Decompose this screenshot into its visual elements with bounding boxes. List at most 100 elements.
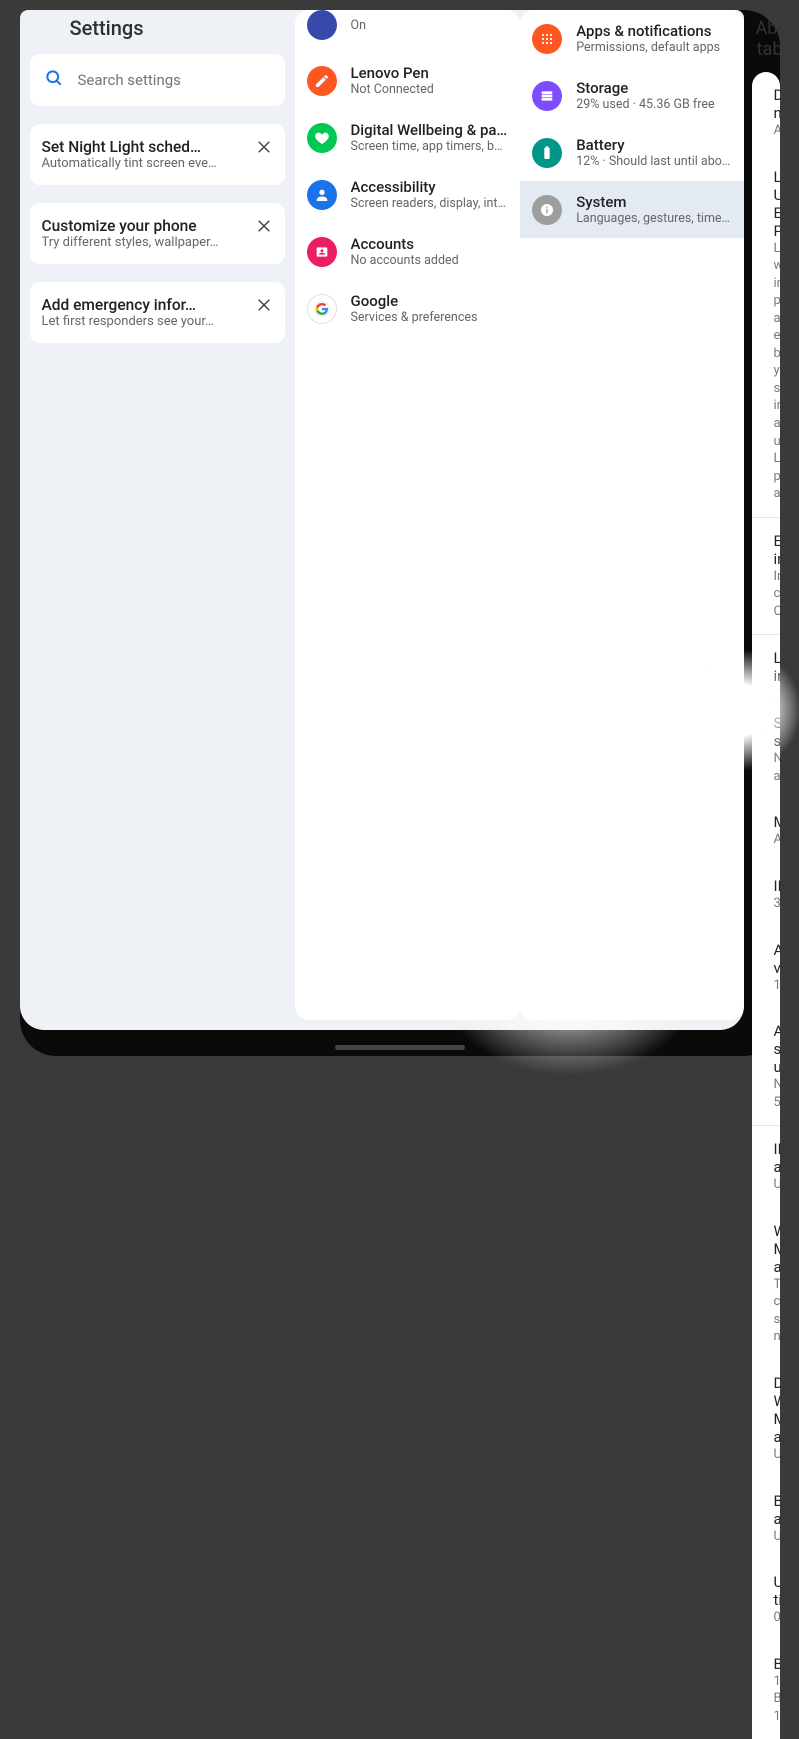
close-icon[interactable] <box>255 138 273 156</box>
suggestion-subtitle: Automatically tint screen eve… <box>42 156 247 171</box>
info-row-emergency-information[interactable]: Emergency informationInfo & contacts for… <box>752 518 780 635</box>
info-title: Bluetooth address <box>774 1492 780 1528</box>
nav-subtitle: Permissions, default apps <box>576 40 731 55</box>
info-row-model[interactable]: ModelA101LV <box>752 799 780 863</box>
suggestion-title: Customize your phone <box>42 217 247 235</box>
suggestion-subtitle: Let first responders see your… <box>42 314 247 329</box>
close-icon[interactable] <box>255 296 273 314</box>
screen: Settings Set Night Light sched… Automati… <box>20 10 744 1030</box>
info-title: Device Wi-Fi MAC address <box>774 1374 780 1446</box>
info-subtitle: Info & contacts for Owner <box>774 568 780 621</box>
google-icon <box>307 294 337 324</box>
info-title: SIM status <box>774 714 780 750</box>
info-title: IMEI <box>774 877 780 895</box>
info-row-wi-fi-mac-address[interactable]: Wi-Fi MAC addressTo view, choose saved n… <box>752 1208 780 1360</box>
person-icon <box>307 180 337 210</box>
nav-title: Digital Wellbeing & parental… <box>351 121 509 139</box>
search-icon <box>44 68 64 92</box>
account-icon <box>307 237 337 267</box>
grid-icon <box>532 24 562 54</box>
info-subtitle: A101LV <box>774 122 780 140</box>
info-title: Up time <box>774 1573 780 1609</box>
nav-subtitle: Services & preferences <box>351 310 509 325</box>
info-subtitle: Not available <box>774 750 780 785</box>
nav-subtitle: Screen readers, display, interactio… <box>351 196 509 211</box>
nav-title: Storage <box>576 79 731 97</box>
info-row-ip-address[interactable]: IP addressUnavailable <box>752 1126 780 1208</box>
info-row-device-name[interactable]: Device nameA101LV <box>752 72 780 154</box>
sidebar-item-accessibility[interactable]: AccessibilityScreen readers, display, in… <box>295 166 521 223</box>
info-title: Device name <box>774 86 780 122</box>
info-subtitle: A101LV <box>774 831 780 849</box>
info-row-up-time[interactable]: Up time00:36 <box>752 1559 780 1641</box>
device-frame: Settings Set Night Light sched… Automati… <box>20 10 780 1056</box>
info-row-legal-information[interactable]: Legal information <box>752 635 780 699</box>
info-title: Wi-Fi MAC address <box>774 1222 780 1276</box>
sidebar-item-storage[interactable]: Storage29% used · 45.36 GB free <box>520 67 743 124</box>
sidebar-item-lenovo-pen[interactable]: Lenovo PenNot Connected <box>295 52 521 109</box>
info-subtitle: Unavailable <box>774 1176 780 1194</box>
nav-title: System <box>576 193 731 211</box>
nav-subtitle: No accounts added <box>351 253 509 268</box>
about-tablet-pane: About tablet Device nameA101LVLenovo Use… <box>744 10 780 1739</box>
heart-icon <box>307 123 337 153</box>
info-row-imei[interactable]: IMEI359285680173238 <box>752 863 780 927</box>
info-row-sim-status[interactable]: SIM statusNot available <box>752 700 780 799</box>
sidebar-item-digital-wellbeing-parental[interactable]: Digital Wellbeing & parental…Screen time… <box>295 109 521 166</box>
nav-title: Apps & notifications <box>576 22 731 40</box>
nav-subtitle: Screen time, app timers, bedtime… <box>351 139 509 154</box>
info-subtitle: 00:36 <box>774 1609 780 1627</box>
nav-title: Accessibility <box>351 178 509 196</box>
detail-title: About tablet <box>756 18 780 60</box>
nav-title: Google <box>351 292 509 310</box>
sidebar-item-battery[interactable]: Battery12% · Should last until about 8:0… <box>520 124 743 181</box>
detail-header: About tablet <box>752 10 780 72</box>
gesture-nav-pill[interactable] <box>335 1045 465 1050</box>
info-row-android-version[interactable]: Android version11 <box>752 927 780 1009</box>
info-title: Baseband version <box>774 1655 780 1673</box>
nav-title: Battery <box>576 136 731 154</box>
close-icon[interactable] <box>255 217 273 235</box>
info-subtitle: November 5, 2023 <box>774 1076 780 1111</box>
suggestion-subtitle: Try different styles, wallpaper… <box>42 235 247 250</box>
sidebar-item-apps-notifications[interactable]: Apps & notificationsPermissions, default… <box>520 10 743 67</box>
nav-subtitle: 12% · Should last until about 8:00… <box>576 154 731 169</box>
suggestion-card-emergency[interactable]: Add emergency infor… Let first responder… <box>30 282 285 343</box>
info-row-lenovo-user-experience-program[interactable]: Lenovo User Experience ProgramLenovo wou… <box>752 154 780 517</box>
nav-subtitle: Languages, gestures, time, backup <box>576 211 731 226</box>
nav-subtitle: Not Connected <box>351 82 509 97</box>
info-subtitle: 359285680173238 <box>774 895 780 913</box>
nav-subtitle: 29% used · 45.36 GB free <box>576 97 731 112</box>
info-icon <box>532 195 562 225</box>
settings-sidebar: Settings Set Night Light sched… Automati… <box>20 10 295 1030</box>
suggestion-card-night-light[interactable]: Set Night Light sched… Automatically tin… <box>30 124 285 185</box>
feature-icon <box>307 10 337 40</box>
search-settings[interactable] <box>30 54 285 106</box>
info-row-device-wi-fi-mac-address[interactable]: Device Wi-Fi MAC addressUnavailable <box>752 1360 780 1478</box>
info-subtitle: To view, choose saved network <box>774 1276 780 1346</box>
info-title: Android security update <box>774 1022 780 1076</box>
suggestion-card-customize[interactable]: Customize your phone Try different style… <box>30 203 285 264</box>
suggestion-title: Add emergency infor… <box>42 296 247 314</box>
info-title: Lenovo User Experience Program <box>774 168 780 240</box>
sidebar-item-google[interactable]: GoogleServices & preferences <box>295 280 521 337</box>
sidebar-item-accounts[interactable]: AccountsNo accounts added <box>295 223 521 280</box>
nav-group-2: Apps & notificationsPermissions, default… <box>520 10 743 1020</box>
info-row-bluetooth-address[interactable]: Bluetooth addressUnavailable <box>752 1478 780 1560</box>
info-subtitle: Unavailable <box>774 1528 780 1546</box>
info-title: Legal information <box>774 649 780 685</box>
info-subtitle: 1.c6-00436-BITRA_GEN_PACK-1.426268.2.522… <box>774 1673 780 1726</box>
info-title: IP address <box>774 1140 780 1176</box>
about-list[interactable]: Device nameA101LVLenovo User Experience … <box>752 72 780 1739</box>
search-input[interactable] <box>78 71 277 89</box>
pen-icon <box>307 66 337 96</box>
sidebar-item-system[interactable]: SystemLanguages, gestures, time, backup <box>520 181 743 238</box>
info-subtitle: Lenovo would like to improve its product… <box>774 240 780 503</box>
info-row-baseband-version[interactable]: Baseband version1.c6-00436-BITRA_GEN_PAC… <box>752 1641 780 1739</box>
info-subtitle: Unavailable <box>774 1446 780 1464</box>
info-row-android-security-update[interactable]: Android security updateNovember 5, 2023 <box>752 1008 780 1125</box>
nav-title: Lenovo Pen <box>351 64 509 82</box>
info-title: Android version <box>774 941 780 977</box>
nav-title: Accounts <box>351 235 509 253</box>
sidebar-item-partial[interactable]: On <box>295 10 521 52</box>
